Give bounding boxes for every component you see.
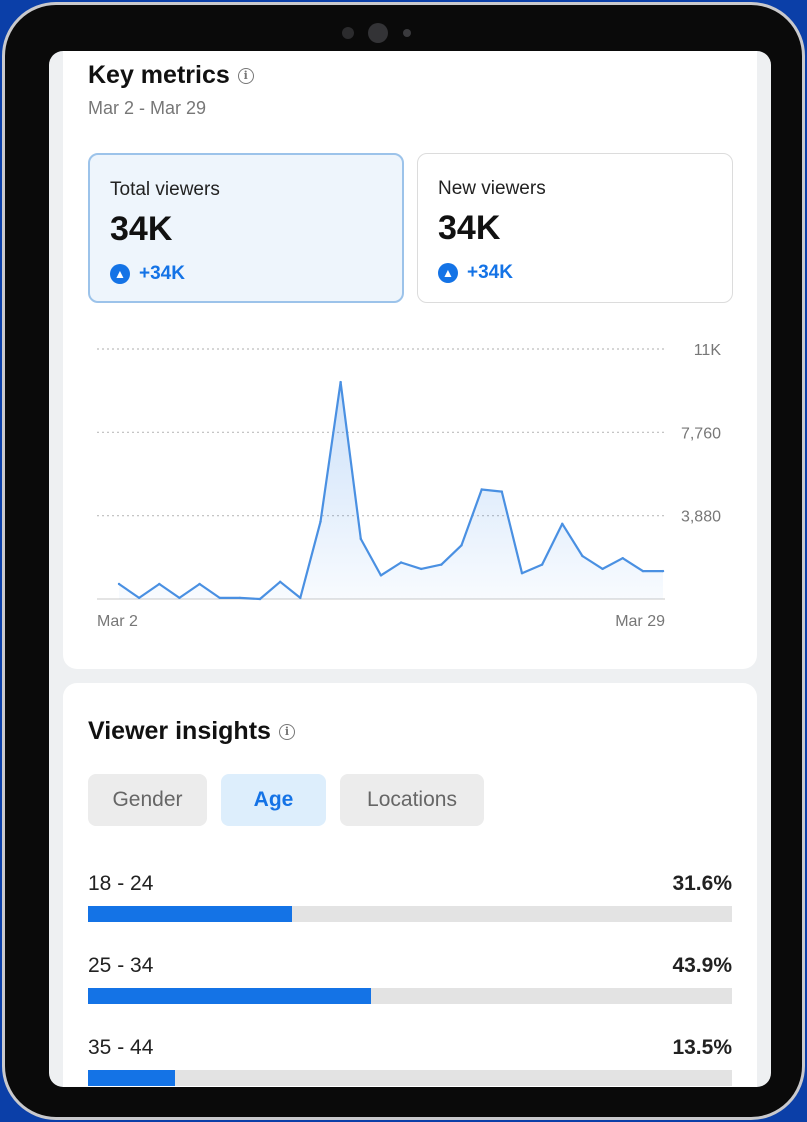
tab-locations[interactable]: Locations xyxy=(340,774,484,826)
data-point xyxy=(601,567,604,571)
data-point xyxy=(420,567,423,571)
data-point xyxy=(117,582,121,586)
y-tick-label: 11K xyxy=(694,342,722,359)
viewers-line-chart: 11K 7,760 3,880 Mar 2 Mar 29 xyxy=(97,342,722,630)
data-point xyxy=(137,596,141,600)
viewer-insights-heading: Viewer insights i xyxy=(88,717,295,746)
data-point xyxy=(319,520,322,523)
age-bar-fill xyxy=(88,988,371,1004)
tab-gender[interactable]: Gender xyxy=(88,774,207,826)
viewer-insights-title: Viewer insights xyxy=(88,717,271,745)
age-bar-track xyxy=(88,988,732,1004)
sensor-icon xyxy=(403,29,411,37)
y-tick-label: 7,760 xyxy=(681,425,721,442)
tablet-frame: Key metrics i Mar 2 - Mar 29 Total viewe… xyxy=(2,2,805,1120)
age-bar-track xyxy=(88,1070,732,1086)
metric-label: New viewers xyxy=(438,178,546,199)
data-point xyxy=(440,563,443,566)
data-point xyxy=(561,522,564,526)
data-point xyxy=(198,582,201,586)
camera-icon xyxy=(368,23,388,43)
viewer-insights-card: Viewer insights i Gender Age Locations 1… xyxy=(63,683,757,1087)
metric-card-total-viewers[interactable]: Total viewers 34K ▲ +34K xyxy=(88,153,404,303)
data-point xyxy=(379,574,383,577)
data-point xyxy=(480,488,483,491)
info-icon[interactable]: i xyxy=(237,67,254,84)
age-range-label: 18 - 24 xyxy=(88,872,154,895)
metric-label: Total viewers xyxy=(110,179,220,200)
data-point xyxy=(460,544,463,547)
data-point xyxy=(500,490,504,493)
data-point xyxy=(621,556,624,560)
metric-delta: ▲ +34K xyxy=(438,262,513,284)
age-bar-track xyxy=(88,906,732,922)
key-metrics-title: Key metrics xyxy=(88,61,230,89)
age-percent: 13.5% xyxy=(672,1036,732,1059)
data-point xyxy=(399,561,403,564)
data-point xyxy=(178,596,181,600)
age-percent: 43.9% xyxy=(672,954,732,977)
series-area xyxy=(119,382,663,599)
key-metrics-card: Key metrics i Mar 2 - Mar 29 Total viewe… xyxy=(63,51,757,669)
metric-card-new-viewers[interactable]: New viewers 34K ▲ +34K xyxy=(417,153,733,303)
age-bar-fill xyxy=(88,1070,175,1086)
age-range-label: 25 - 34 xyxy=(88,954,154,977)
metric-value: 34K xyxy=(110,210,173,248)
data-point xyxy=(238,596,242,600)
data-point xyxy=(218,596,221,600)
tab-age[interactable]: Age xyxy=(221,774,326,826)
data-point xyxy=(258,597,262,601)
info-icon[interactable]: i xyxy=(278,723,295,740)
data-point xyxy=(339,380,342,384)
x-tick-label-end: Mar 29 xyxy=(615,613,665,630)
data-point xyxy=(520,572,524,575)
data-point xyxy=(581,554,584,558)
data-point xyxy=(158,582,161,586)
x-tick-label-start: Mar 2 xyxy=(97,613,138,630)
data-point xyxy=(540,563,544,566)
arrow-up-icon: ▲ xyxy=(438,263,458,283)
date-range: Mar 2 - Mar 29 xyxy=(88,98,207,118)
data-point xyxy=(359,537,362,541)
data-point xyxy=(661,569,665,573)
data-point xyxy=(278,580,282,584)
y-tick-label: 3,880 xyxy=(681,509,721,526)
data-point xyxy=(299,596,302,600)
arrow-up-icon: ▲ xyxy=(110,264,130,284)
app-screen: Key metrics i Mar 2 - Mar 29 Total viewe… xyxy=(49,51,771,1087)
metric-delta-value: +34K xyxy=(467,262,513,283)
age-range-label: 35 - 44 xyxy=(88,1036,154,1059)
metric-value: 34K xyxy=(438,209,501,247)
insights-tabs: Gender Age Locations xyxy=(88,774,484,826)
key-metrics-heading: Key metrics i xyxy=(88,61,254,90)
age-percent: 31.6% xyxy=(672,872,732,895)
data-point xyxy=(641,569,645,573)
metric-delta: ▲ +34K xyxy=(110,263,185,285)
sensor-icon xyxy=(342,27,354,39)
metric-delta-value: +34K xyxy=(139,263,185,284)
age-bar-fill xyxy=(88,906,292,922)
